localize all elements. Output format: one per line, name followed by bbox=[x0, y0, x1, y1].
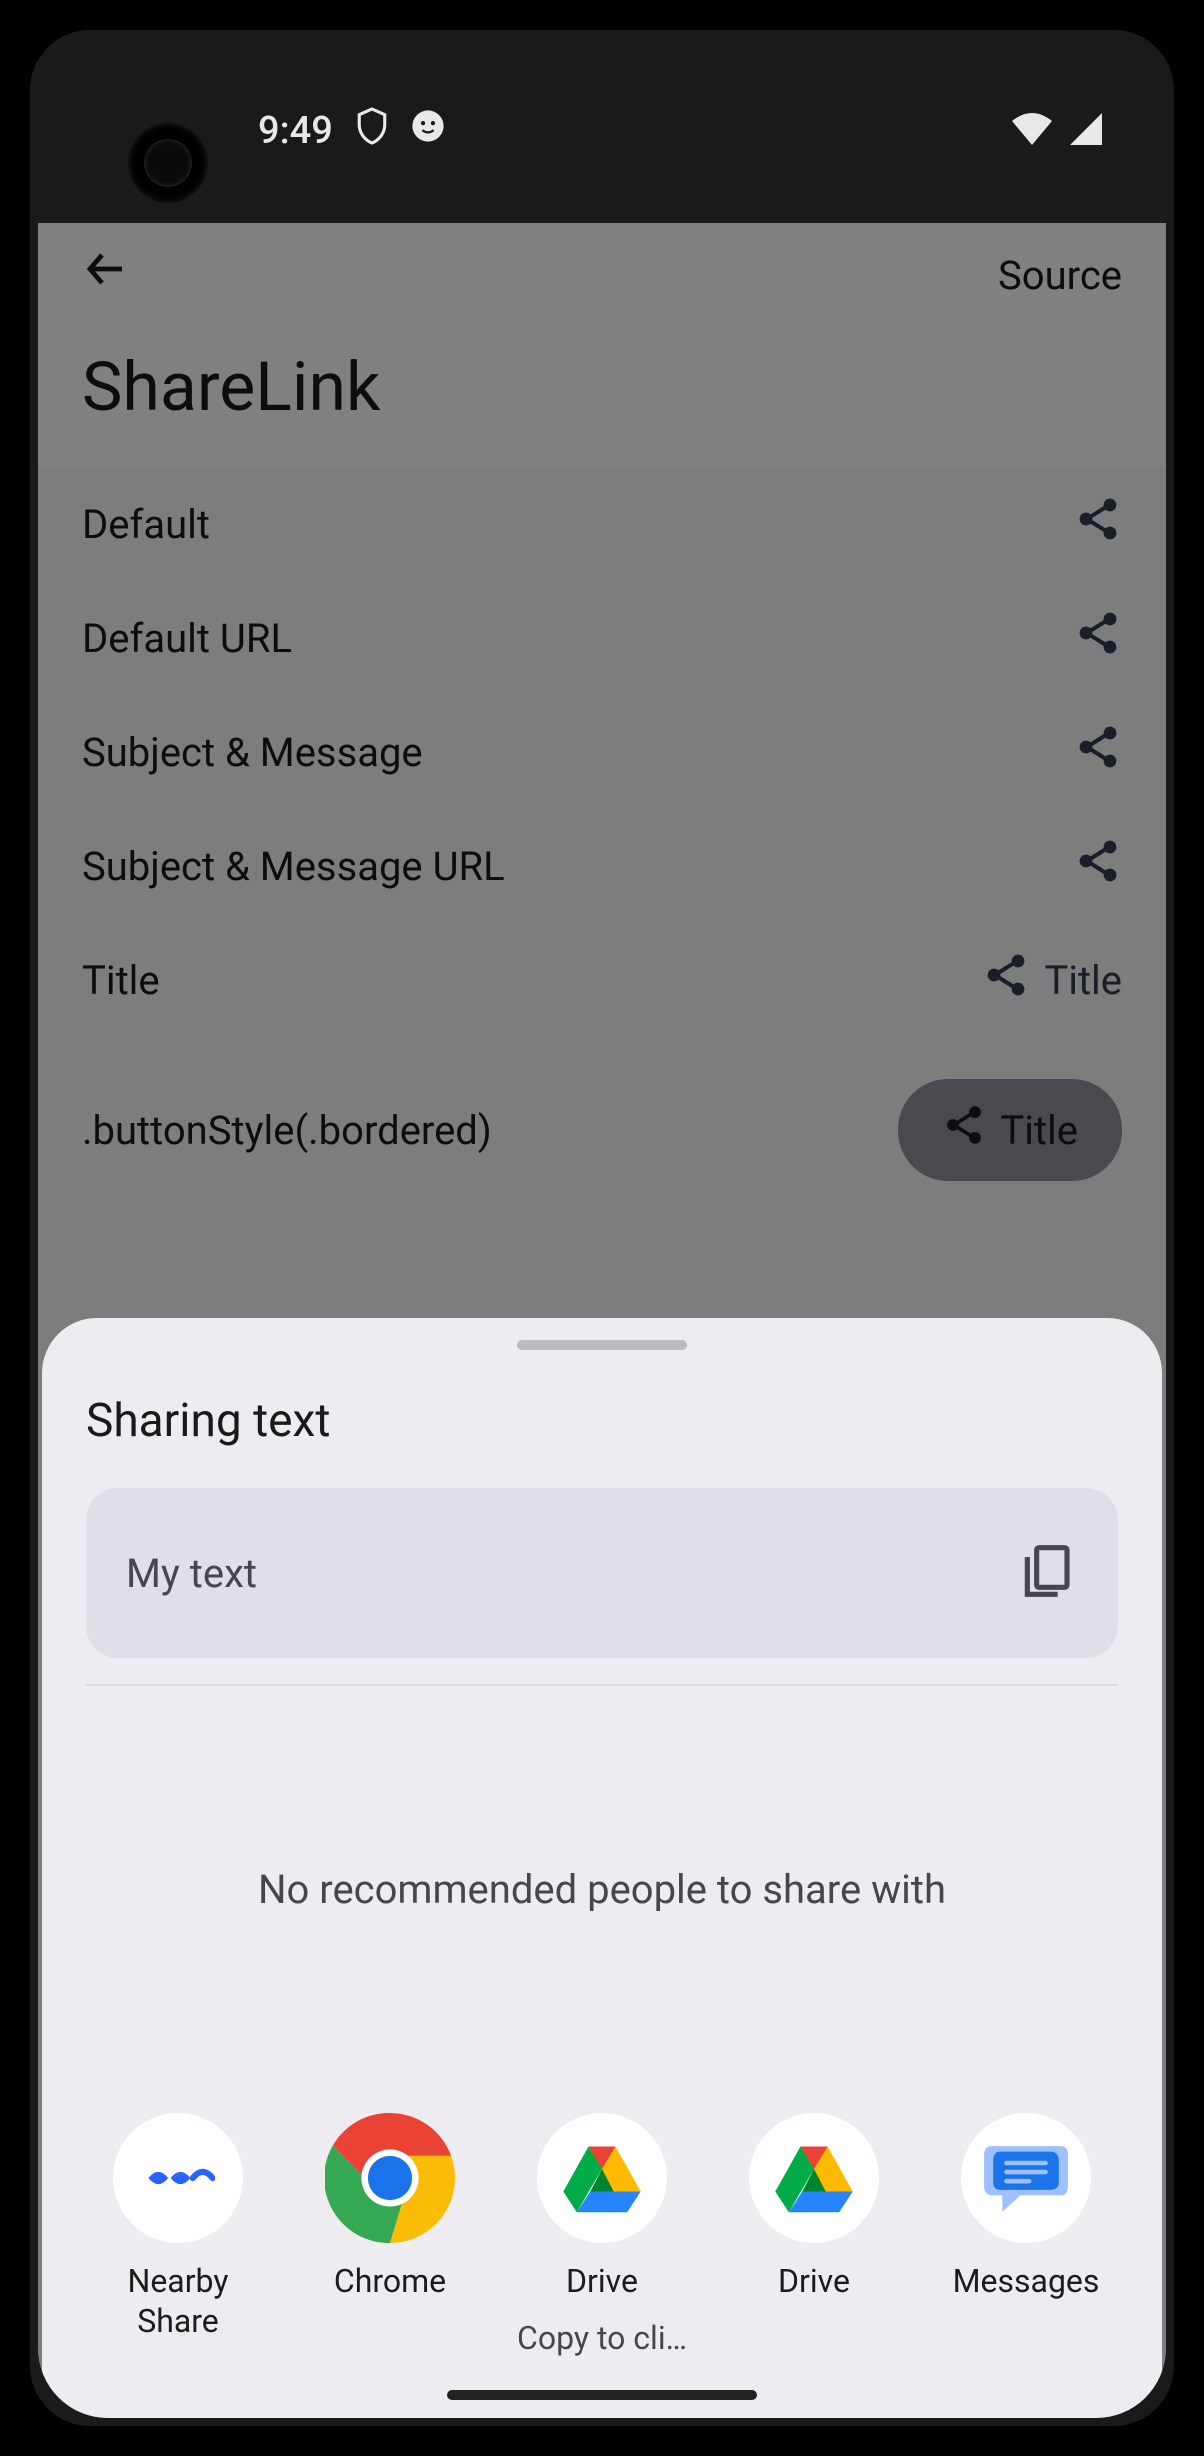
no-recommended-text: No recommended people to share with bbox=[42, 1686, 1162, 2113]
app-label: Nearby Share bbox=[128, 2261, 229, 2341]
app-label: Chrome bbox=[334, 2261, 446, 2301]
share-target-drive-copy[interactable]: Drive Copy to cli… bbox=[502, 2113, 702, 2357]
app-sublabel: Copy to cli… bbox=[517, 2319, 687, 2357]
share-sheet: Sharing text My text No recommended peop… bbox=[42, 1318, 1162, 2418]
share-preview: My text bbox=[86, 1488, 1118, 1658]
status-bar: 9:49 bbox=[38, 38, 1166, 223]
app-label: Drive bbox=[566, 2261, 638, 2301]
share-target-nearby[interactable]: Nearby Share bbox=[78, 2113, 278, 2357]
cellular-icon bbox=[1066, 109, 1106, 153]
camera-notch bbox=[128, 123, 208, 203]
app-label: Drive bbox=[778, 2261, 850, 2301]
share-target-drive[interactable]: Drive bbox=[714, 2113, 914, 2357]
drive-icon bbox=[537, 2113, 667, 2243]
preview-text: My text bbox=[126, 1550, 257, 1597]
status-time: 9:49 bbox=[258, 109, 333, 153]
home-indicator[interactable] bbox=[447, 2390, 757, 2400]
sheet-title: Sharing text bbox=[42, 1382, 1162, 1476]
share-target-chrome[interactable]: Chrome bbox=[290, 2113, 490, 2357]
face-icon bbox=[411, 109, 445, 153]
drag-handle[interactable] bbox=[517, 1340, 687, 1350]
messages-icon bbox=[961, 2113, 1091, 2243]
app-label: Messages bbox=[953, 2261, 1100, 2301]
wifi-icon bbox=[1008, 109, 1056, 153]
copy-button[interactable] bbox=[1014, 1536, 1078, 1610]
drive-icon bbox=[749, 2113, 879, 2243]
shield-icon bbox=[355, 106, 389, 156]
share-target-messages[interactable]: Messages bbox=[926, 2113, 1126, 2357]
chrome-icon bbox=[325, 2113, 455, 2243]
share-apps-row: Nearby Share Chrom bbox=[42, 2113, 1162, 2417]
nearby-share-icon bbox=[113, 2113, 243, 2243]
